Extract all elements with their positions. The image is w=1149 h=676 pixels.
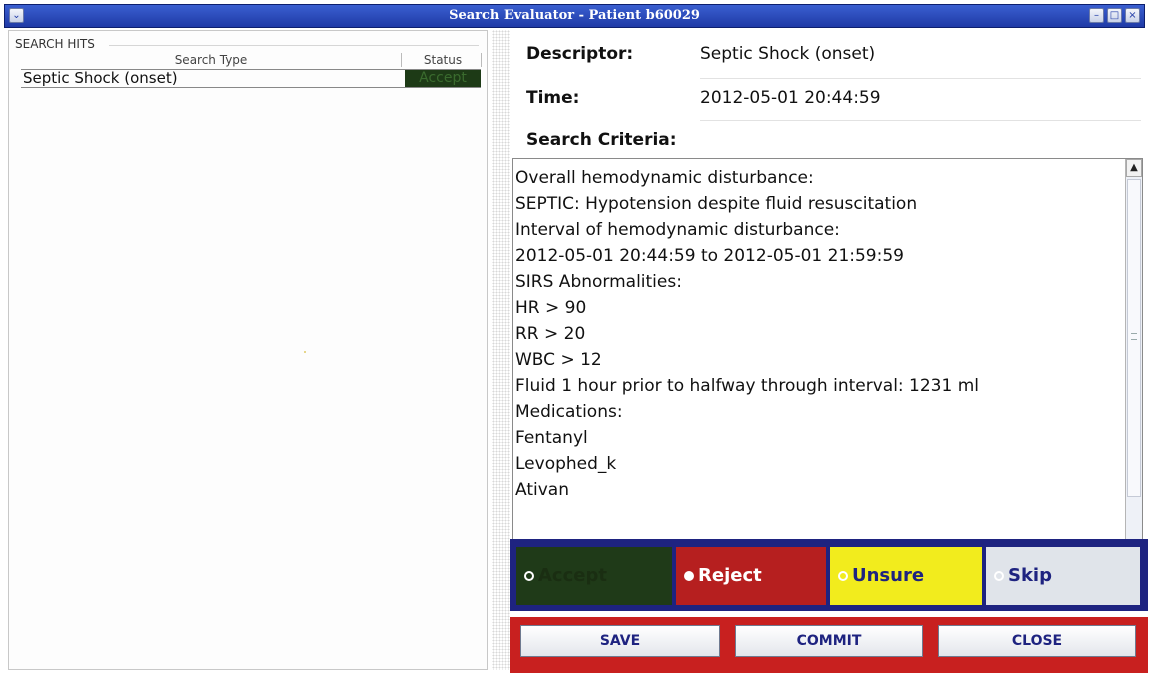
search-criteria-label: Search Criteria: [526, 130, 677, 150]
skip-label: Skip [1008, 565, 1052, 586]
criteria-line: Fluid 1 hour prior to halfway through in… [515, 376, 980, 396]
reject-radio[interactable] [684, 571, 694, 581]
time-label: Time: [526, 88, 580, 108]
search-hits-label: SEARCH HITS [15, 37, 95, 51]
criteria-line: 2012-05-01 20:44:59 to 2012-05-01 21:59:… [515, 246, 904, 266]
save-button[interactable]: SAVE [520, 625, 720, 657]
hit-status-badge: Accept [405, 70, 481, 87]
criteria-line: Ativan [515, 480, 569, 500]
status-radio-group: Accept Reject Unsure Skip [510, 539, 1148, 611]
reject-option[interactable]: Reject [676, 547, 826, 605]
criteria-line: Overall hemodynamic disturbance: [515, 168, 814, 188]
close-button[interactable]: CLOSE [938, 625, 1136, 657]
criteria-line: WBC > 12 [515, 350, 602, 370]
hits-table-header: Search Type Status [21, 53, 491, 69]
accept-radio[interactable] [524, 571, 534, 581]
minimize-icon[interactable]: – [1089, 8, 1104, 23]
title-bar[interactable]: ⌄ Search Evaluator - Patient b60029 – □ … [4, 4, 1145, 28]
details-panel: Descriptor: Septic Shock (onset) Time: 2… [510, 30, 1148, 673]
descriptor-label: Descriptor: [526, 44, 634, 64]
skip-option[interactable]: Skip [986, 547, 1140, 605]
column-header-status[interactable]: Status [405, 53, 482, 67]
time-value: 2012-05-01 20:44:59 [700, 88, 881, 108]
grip-icon [1131, 333, 1137, 340]
criteria-line: Levophed_k [515, 454, 617, 474]
criteria-scrollbar[interactable]: ▲ ▼ [1125, 159, 1142, 557]
scroll-up-arrow-icon[interactable]: ▲ [1126, 159, 1142, 177]
action-buttons-bar: SAVE COMMIT CLOSE [510, 617, 1148, 673]
scroll-thumb[interactable] [1127, 179, 1141, 497]
maximize-icon[interactable]: □ [1107, 8, 1122, 23]
descriptor-value: Septic Shock (onset) [700, 44, 876, 64]
group-border [109, 45, 479, 46]
criteria-line: Medications: [515, 402, 623, 422]
skip-radio[interactable] [994, 571, 1004, 581]
search-criteria-textarea[interactable]: Overall hemodynamic disturbance: SEPTIC:… [512, 158, 1143, 558]
hit-search-type: Septic Shock (onset) [23, 69, 178, 87]
unsure-label: Unsure [852, 565, 925, 586]
criteria-line: Fentanyl [515, 428, 588, 448]
search-hits-panel: SEARCH HITS Search Type Status Septic Sh… [8, 30, 488, 670]
column-header-search-type[interactable]: Search Type [21, 53, 402, 67]
criteria-line: Interval of hemodynamic disturbance: [515, 220, 840, 240]
accept-option[interactable]: Accept [516, 547, 672, 605]
criteria-line: HR > 90 [515, 298, 587, 318]
accept-label: Accept [538, 565, 607, 586]
criteria-line: RR > 20 [515, 324, 586, 344]
criteria-line: SEPTIC: Hypotension despite fluid resusc… [515, 194, 918, 214]
unsure-radio[interactable] [838, 571, 848, 581]
split-pane-divider[interactable] [492, 30, 510, 670]
time-underline [700, 120, 1141, 121]
reject-label: Reject [698, 565, 762, 586]
artifact-speck [304, 351, 306, 353]
unsure-option[interactable]: Unsure [830, 547, 982, 605]
descriptor-underline [700, 78, 1141, 79]
close-window-icon[interactable]: × [1125, 8, 1140, 23]
commit-button[interactable]: COMMIT [735, 625, 923, 657]
criteria-line: SIRS Abnormalities: [515, 272, 682, 292]
criteria-list: Overall hemodynamic disturbance: SEPTIC:… [515, 165, 1115, 503]
window-title: Search Evaluator - Patient b60029 [449, 8, 700, 23]
table-row[interactable]: Septic Shock (onset) Accept [21, 69, 481, 88]
